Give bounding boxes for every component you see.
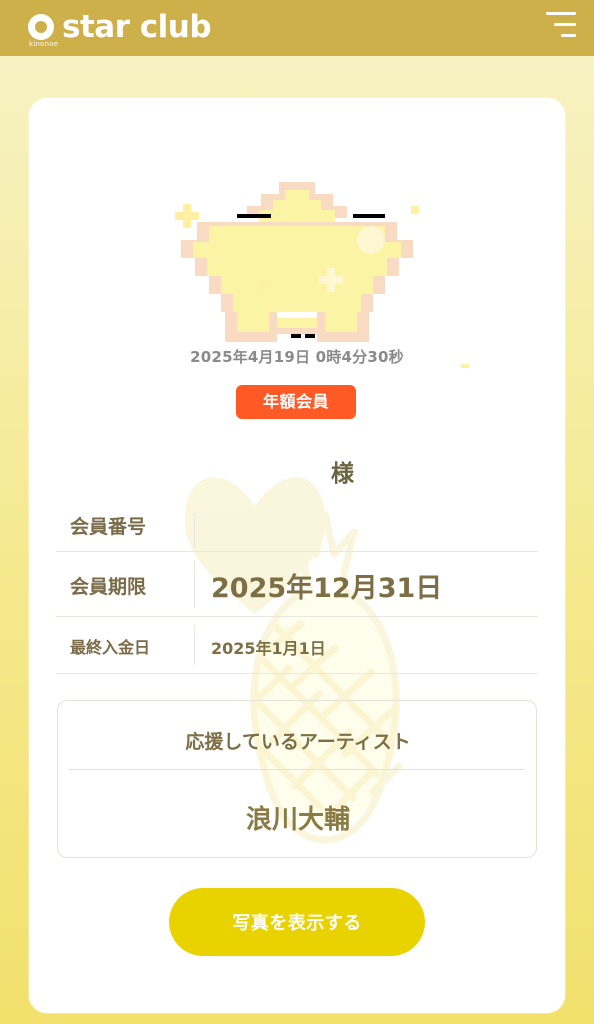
membership-expiry-value: 2025年12月31日 [211, 573, 443, 604]
last-payment-row: 最終入金日 2025年1月1日 [56, 617, 538, 674]
membership-badge: 年額会員 [236, 385, 356, 419]
member-honorific: 様 [331, 461, 354, 487]
menu-line-icon [546, 12, 576, 15]
last-payment-divider [194, 625, 195, 665]
membership-expiry-label: 会員期限 [70, 576, 147, 598]
member-info-table: 会員番号 会員期限 2025年12月31日 最終入金日 2025年1月1日 [56, 506, 538, 674]
last-payment-label: 最終入金日 [70, 638, 151, 657]
show-photo-button[interactable]: 写真を表示する [169, 888, 425, 956]
member-number-divider [194, 513, 195, 549]
member-number-row: 会員番号 [56, 506, 538, 552]
hamburger-menu-button[interactable] [542, 10, 576, 44]
brand-subtext: kinonoe [29, 40, 59, 48]
pixel-star-avatar-icon [175, 182, 469, 368]
member-number-label: 会員番号 [70, 516, 147, 538]
avatar-container [125, 98, 469, 368]
star-club-logo-icon [28, 14, 54, 40]
membership-expiry-row: 会員期限 2025年12月31日 [56, 552, 538, 617]
menu-line-icon [554, 23, 576, 26]
supporting-artist-name: 浪川大輔 [245, 805, 350, 835]
supporting-artist-title: 応援しているアーティスト [185, 731, 411, 753]
top-header: star club kinonoe [0, 0, 594, 56]
membership-expiry-divider [194, 560, 195, 608]
supporting-artist-box: 応援しているアーティスト 浪川大輔 [57, 700, 537, 858]
brand-name: star club [62, 8, 212, 45]
last-payment-value: 2025年1月1日 [211, 639, 326, 658]
member-card: 2025年4月19日 0時4分30秒 年額会員 様 会員番号 会員期限 2025… [29, 98, 565, 1013]
membership-timestamp: 2025年4月19日 0時4分30秒 [190, 348, 404, 366]
menu-line-icon [561, 34, 576, 37]
artist-box-divider [69, 769, 525, 770]
